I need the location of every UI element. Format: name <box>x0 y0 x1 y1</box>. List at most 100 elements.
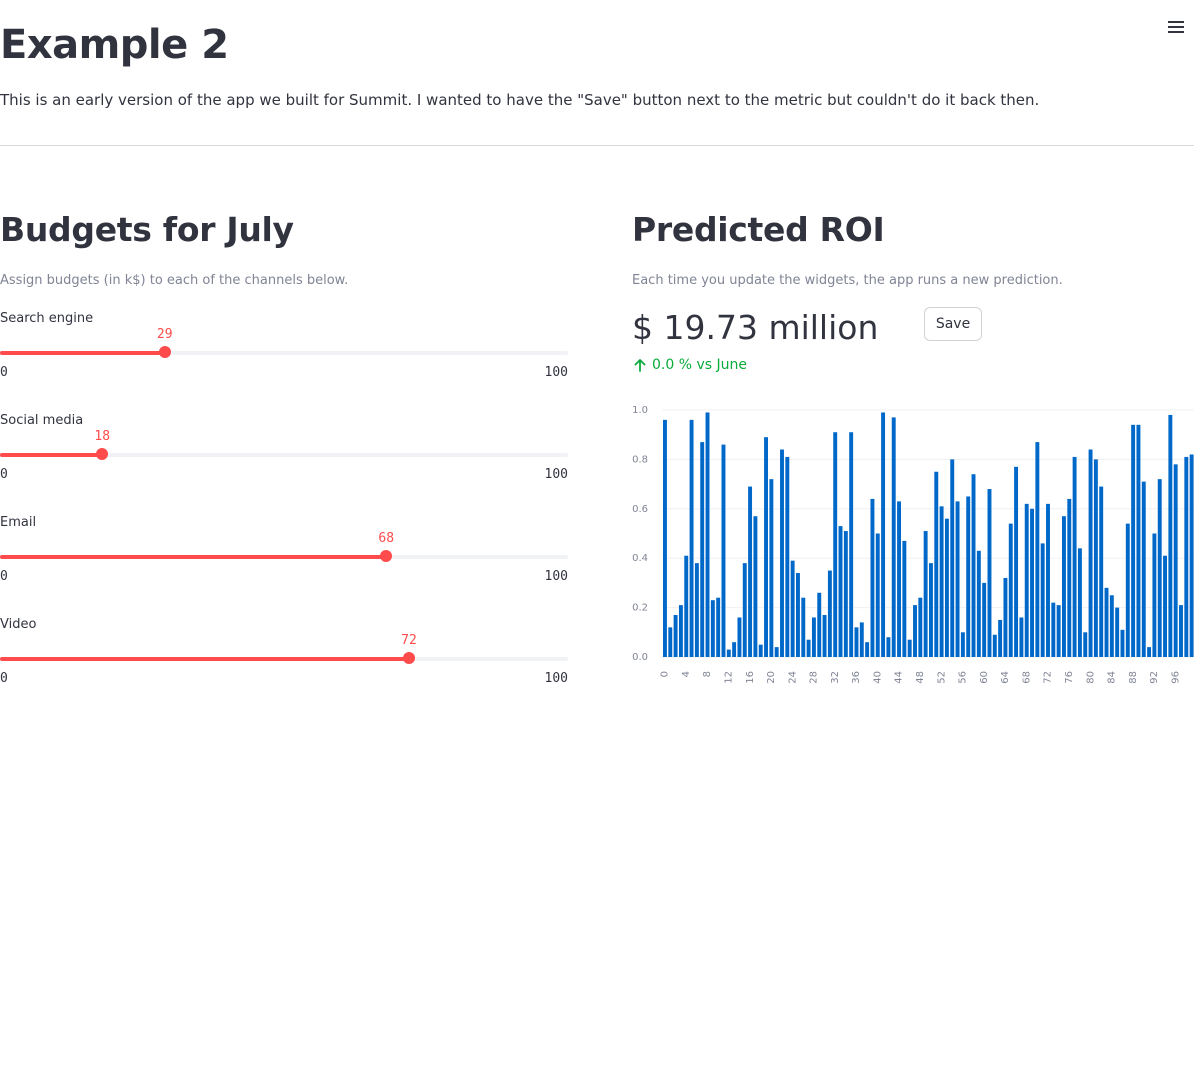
slider-thumb[interactable] <box>402 652 415 664</box>
bar[interactable] <box>764 437 768 657</box>
hamburger-menu-icon[interactable] <box>1166 18 1186 34</box>
bar[interactable] <box>753 516 758 657</box>
bar[interactable] <box>689 419 694 657</box>
bar[interactable] <box>843 531 848 657</box>
bar[interactable] <box>668 627 673 657</box>
bar[interactable] <box>1163 555 1167 657</box>
bar[interactable] <box>822 615 827 657</box>
bar[interactable] <box>955 501 960 657</box>
bar[interactable] <box>705 412 710 657</box>
bar[interactable] <box>939 506 944 657</box>
slider-track[interactable] <box>0 351 568 355</box>
bar[interactable] <box>785 456 790 657</box>
bar[interactable] <box>870 498 875 657</box>
bar[interactable] <box>1056 605 1061 657</box>
bar[interactable] <box>854 627 859 657</box>
bar[interactable] <box>1019 617 1024 657</box>
bar[interactable] <box>811 617 816 657</box>
bar[interactable] <box>913 605 917 657</box>
bar[interactable] <box>748 486 753 657</box>
bar[interactable] <box>806 639 811 657</box>
slider-thumb[interactable] <box>96 448 109 460</box>
bar[interactable] <box>1003 577 1008 657</box>
bar[interactable] <box>960 632 965 657</box>
bar[interactable] <box>758 644 763 657</box>
bar[interactable] <box>987 489 992 657</box>
bar[interactable] <box>923 531 928 657</box>
bar[interactable] <box>726 649 731 657</box>
bar[interactable] <box>1141 481 1146 657</box>
bar[interactable] <box>1024 503 1029 657</box>
bar[interactable] <box>1173 464 1178 657</box>
slider-thumb[interactable] <box>380 550 393 562</box>
save-button[interactable]: Save <box>924 307 982 341</box>
bar[interactable] <box>875 533 880 658</box>
bar[interactable] <box>849 432 854 657</box>
bar[interactable] <box>780 449 784 657</box>
bar[interactable] <box>982 582 987 657</box>
bar[interactable] <box>1035 442 1040 657</box>
bar[interactable] <box>1179 605 1183 657</box>
bar[interactable] <box>774 647 779 657</box>
bar[interactable] <box>790 560 795 657</box>
bar[interactable] <box>929 563 933 657</box>
bar[interactable] <box>817 592 822 657</box>
bar[interactable] <box>721 444 726 657</box>
slider-track[interactable] <box>0 657 568 661</box>
bar[interactable] <box>838 526 843 657</box>
bar[interactable] <box>1104 587 1109 657</box>
bar[interactable] <box>881 412 886 657</box>
bar[interactable] <box>1115 607 1120 657</box>
bar[interactable] <box>918 597 923 657</box>
bar[interactable] <box>1184 456 1189 657</box>
bar[interactable] <box>737 617 742 657</box>
bar[interactable] <box>902 540 907 657</box>
bar[interactable] <box>801 597 806 657</box>
bar[interactable] <box>796 573 800 657</box>
bar[interactable] <box>673 615 678 657</box>
slider-thumb[interactable] <box>158 346 171 358</box>
bar[interactable] <box>865 642 870 657</box>
bar[interactable] <box>1099 486 1104 657</box>
bar[interactable] <box>1067 498 1072 657</box>
bar[interactable] <box>886 637 891 657</box>
bar[interactable] <box>992 634 997 657</box>
bar[interactable] <box>833 432 838 657</box>
bar[interactable] <box>1077 548 1082 657</box>
bar[interactable] <box>1189 454 1194 657</box>
bar[interactable] <box>944 518 949 657</box>
bar[interactable] <box>1125 523 1130 657</box>
bar[interactable] <box>1088 449 1093 657</box>
bar[interactable] <box>1152 533 1157 658</box>
bar[interactable] <box>1046 503 1050 657</box>
bar[interactable] <box>1083 632 1088 657</box>
bar[interactable] <box>950 459 955 657</box>
bar[interactable] <box>891 417 896 657</box>
bar[interactable] <box>1120 629 1125 657</box>
bar[interactable] <box>1051 602 1056 657</box>
bar[interactable] <box>998 619 1003 657</box>
bar[interactable] <box>769 479 774 657</box>
bar[interactable] <box>897 501 901 657</box>
slider-track[interactable] <box>0 555 568 559</box>
bar[interactable] <box>678 605 683 657</box>
bar[interactable] <box>976 550 981 657</box>
slider-track[interactable] <box>0 453 568 457</box>
bar[interactable] <box>859 622 864 657</box>
bar[interactable] <box>1157 479 1162 657</box>
bar[interactable] <box>710 600 715 657</box>
bar[interactable] <box>827 570 832 657</box>
bar[interactable] <box>1030 508 1034 657</box>
bar[interactable] <box>700 442 705 657</box>
bar[interactable] <box>1014 466 1019 657</box>
bar[interactable] <box>1040 543 1045 657</box>
bar[interactable] <box>732 642 737 657</box>
bar[interactable] <box>716 597 721 657</box>
bar[interactable] <box>966 496 971 657</box>
bar[interactable] <box>1131 424 1136 657</box>
bar[interactable] <box>907 639 912 657</box>
bar[interactable] <box>1147 647 1152 657</box>
bar[interactable] <box>1062 516 1066 657</box>
bar[interactable] <box>684 555 689 657</box>
bar[interactable] <box>1093 459 1098 657</box>
